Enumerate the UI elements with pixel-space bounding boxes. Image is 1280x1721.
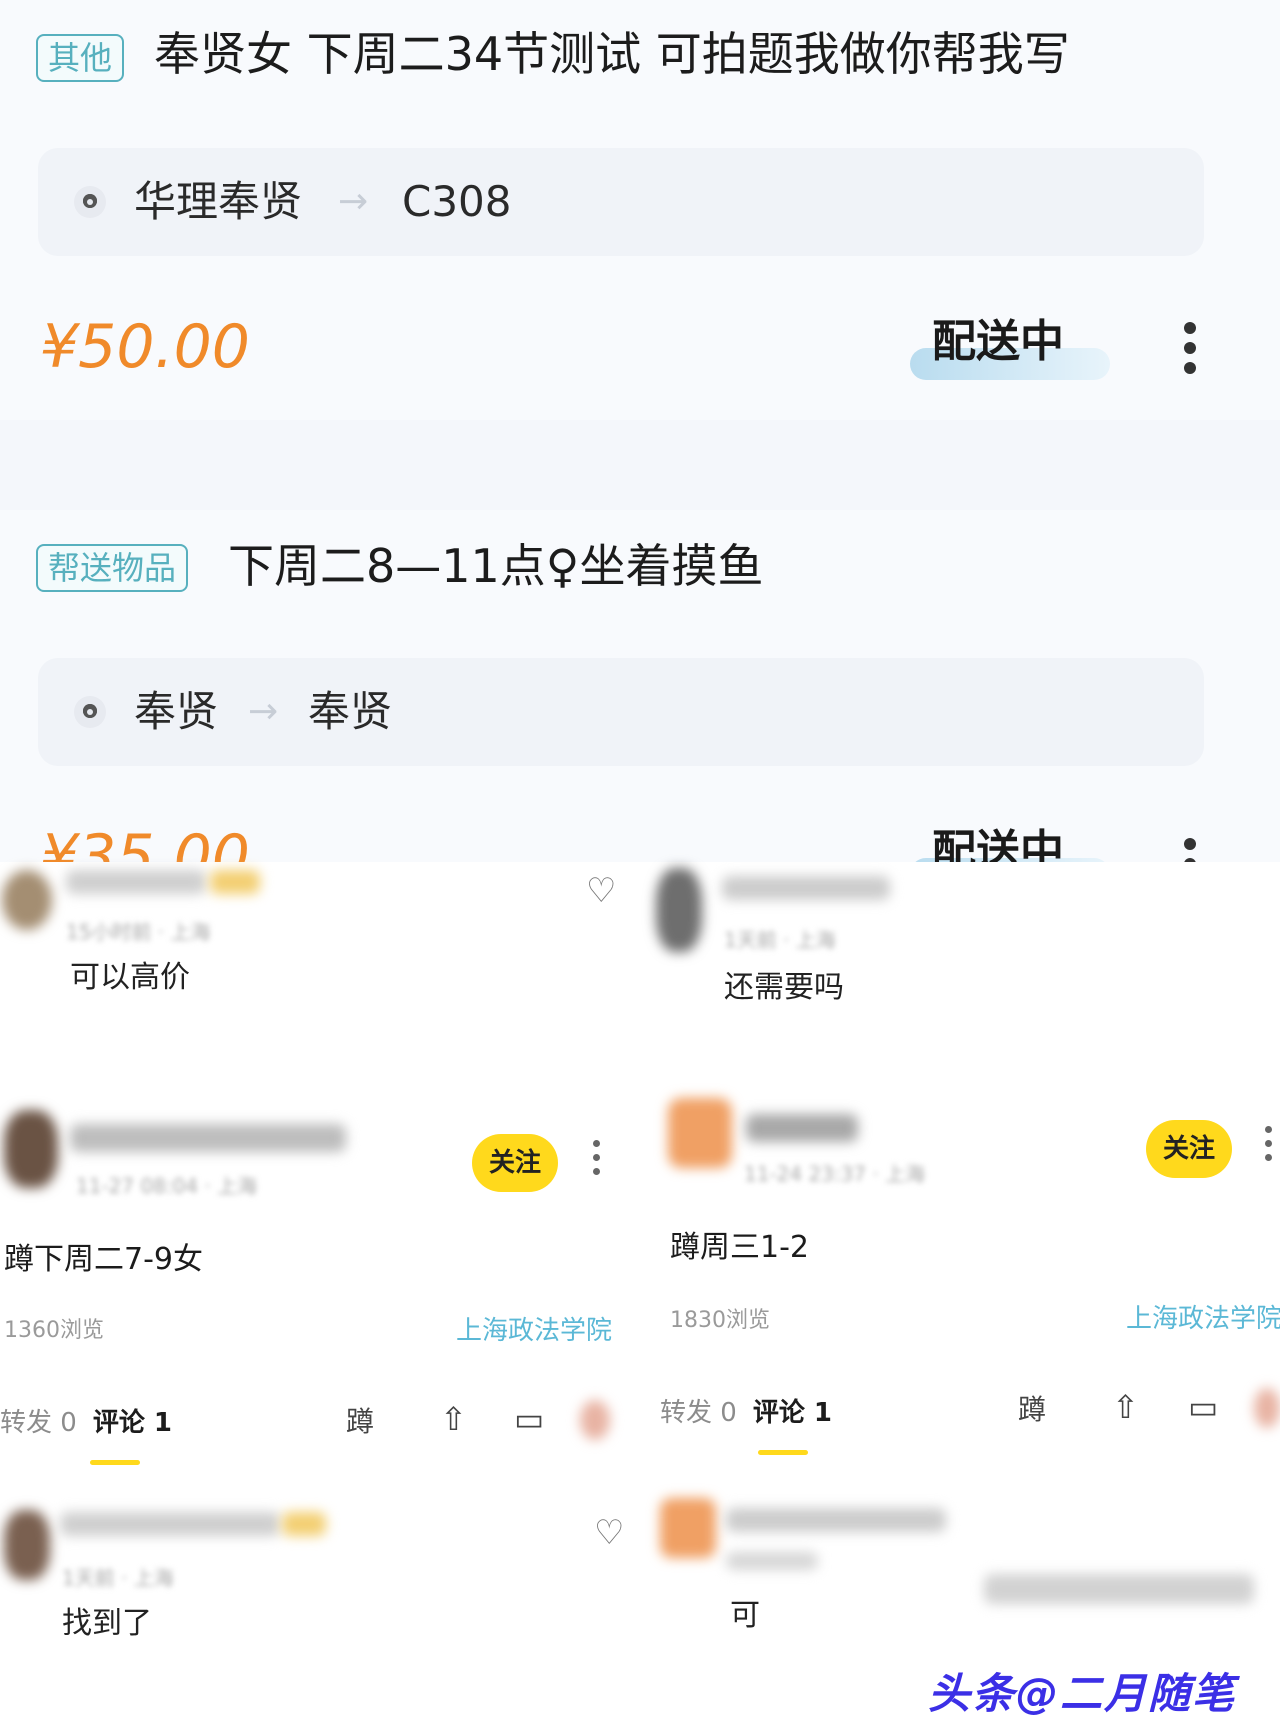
tab-repost[interactable]: 转发 0	[660, 1398, 737, 1428]
avatar[interactable]	[660, 1498, 716, 1558]
post-tabs: 转发 0 评论 1	[0, 1402, 172, 1439]
comment-icon[interactable]: ▭	[1188, 1390, 1218, 1424]
status-badge: 配送中	[910, 822, 1110, 862]
tab-comments[interactable]: 评论 1	[753, 1398, 832, 1428]
comment-meta: 1天前 · 上海	[724, 928, 836, 952]
badge-blurred	[282, 1512, 326, 1536]
avatar[interactable]	[656, 868, 702, 952]
order-price: ¥35.00	[40, 822, 250, 862]
comment-screenshots: 15小时前 · 上海 可以高价 ♡ 11-27 08:04 · 上海 关注 蹲下…	[0, 862, 1280, 1706]
comment-icon[interactable]: ▭	[514, 1402, 544, 1436]
meta-blurred	[726, 1552, 818, 1570]
more-vertical-icon[interactable]	[592, 1140, 602, 1184]
order-title: 下周二8—11点♀坐着摸鱼	[228, 539, 764, 593]
avatar[interactable]	[668, 1098, 732, 1168]
school-tag[interactable]: 上海政法学院	[456, 1310, 612, 1347]
route-to: 奉贤	[308, 687, 393, 736]
squat-button[interactable]: 蹲	[1018, 1388, 1046, 1428]
status-badge: 配送中	[910, 312, 1110, 392]
avatar[interactable]	[4, 1110, 58, 1188]
avatar[interactable]	[1254, 1388, 1280, 1428]
route-from: 奉贤	[134, 687, 219, 736]
more-vertical-icon[interactable]	[1264, 1126, 1274, 1170]
order-tag: 其他	[36, 34, 125, 82]
watermark-text: 头条@二月随笔	[928, 1669, 1237, 1718]
post-tabs: 转发 0 评论 1	[660, 1392, 832, 1429]
badge-blurred	[210, 870, 260, 894]
username-blurred	[60, 1512, 280, 1536]
route-from: 华理奉贤	[134, 177, 303, 226]
share-icon[interactable]: ⇧	[1112, 1390, 1139, 1424]
tab-comments[interactable]: 评论 1	[93, 1408, 172, 1438]
order-price: ¥50.00	[40, 312, 250, 382]
order-card[interactable]: 其他 奉贤女 下周二34节测试 可拍题我做你帮我写 华理奉贤 → C308 ¥5…	[0, 0, 1280, 420]
comment-meta: 1天前 · 上海	[62, 1566, 174, 1590]
status-text: 配送中	[932, 826, 1064, 862]
school-tag[interactable]: 上海政法学院	[1126, 1298, 1280, 1335]
tab-repost[interactable]: 转发 0	[0, 1408, 77, 1438]
watermark-blurred	[984, 1574, 1254, 1604]
active-tab-indicator	[758, 1450, 808, 1455]
comment-meta: 15小时前 · 上海	[66, 920, 211, 944]
post-content: 蹲周三1-2	[670, 1230, 809, 1265]
route-box: 华理奉贤 → C308	[38, 148, 1204, 256]
avatar[interactable]	[4, 1510, 50, 1580]
comment-text: 还需要吗	[724, 970, 844, 1005]
view-count: 1360浏览	[4, 1318, 104, 1343]
username-blurred	[726, 1508, 946, 1532]
comment-text: 可以高价	[70, 960, 190, 995]
post-content: 蹲下周二7-9女	[4, 1242, 203, 1277]
location-pin-icon	[74, 696, 106, 728]
route-arrow-icon: →	[338, 181, 369, 222]
follow-button[interactable]: 关注	[472, 1134, 558, 1192]
order-list: 其他 奉贤女 下周二34节测试 可拍题我做你帮我写 华理奉贤 → C308 ¥5…	[0, 0, 1280, 862]
order-card[interactable]: 帮送物品 下周二8—11点♀坐着摸鱼 奉贤 → 奉贤 ¥35.00 配送中	[0, 510, 1280, 862]
comment-text: 找到了	[62, 1606, 152, 1641]
username-blurred	[70, 1124, 346, 1152]
more-vertical-icon[interactable]	[1182, 838, 1198, 862]
avatar[interactable]	[580, 1400, 610, 1440]
follow-button[interactable]: 关注	[1146, 1120, 1232, 1178]
order-title: 奉贤女 下周二34节测试 可拍题我做你帮我写	[154, 27, 1070, 81]
heart-icon[interactable]: ♡	[594, 1516, 624, 1550]
comment-text: 可	[730, 1598, 760, 1633]
location-pin-icon	[74, 186, 106, 218]
share-icon[interactable]: ⇧	[440, 1402, 467, 1436]
post-time: 11-24 23:37 · 上海	[744, 1162, 926, 1186]
heart-icon[interactable]: ♡	[586, 874, 616, 908]
route-box: 奉贤 → 奉贤	[38, 658, 1204, 766]
route-to: C308	[402, 177, 512, 226]
view-count: 1830浏览	[670, 1308, 770, 1333]
route-arrow-icon: →	[248, 691, 279, 732]
avatar[interactable]	[2, 870, 52, 930]
username-blurred	[66, 870, 206, 894]
username-blurred	[746, 1114, 858, 1142]
username-blurred	[722, 876, 890, 900]
more-vertical-icon[interactable]	[1182, 322, 1198, 378]
post-time: 11-27 08:04 · 上海	[76, 1174, 258, 1198]
order-tag: 帮送物品	[36, 544, 189, 592]
squat-button[interactable]: 蹲	[346, 1400, 374, 1440]
active-tab-indicator	[90, 1460, 140, 1465]
status-text: 配送中	[932, 316, 1064, 367]
